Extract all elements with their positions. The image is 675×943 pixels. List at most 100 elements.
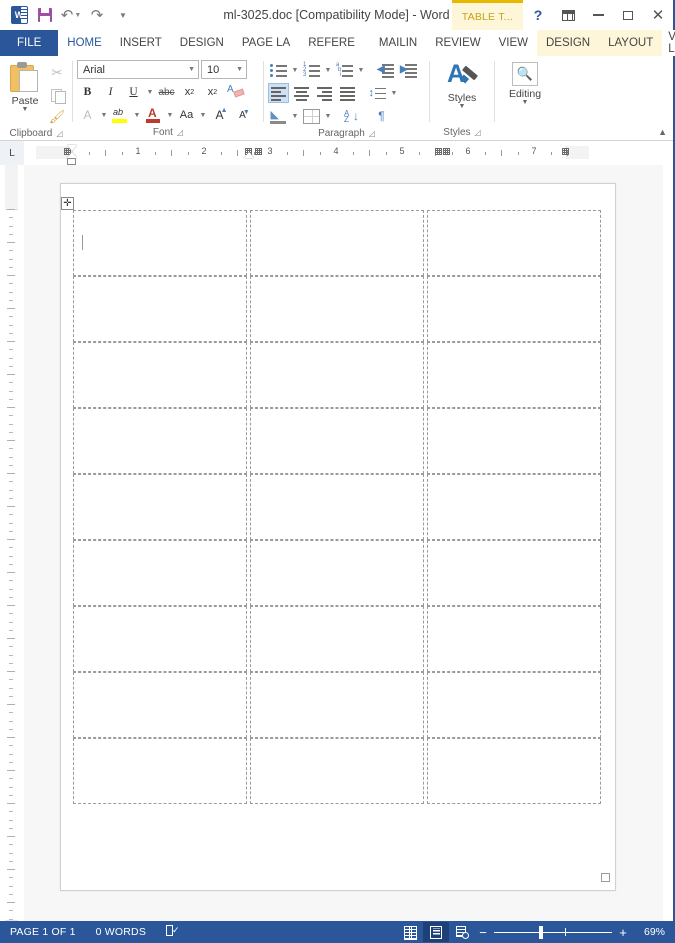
shading-button[interactable]: ◣ (268, 106, 289, 126)
tab-home[interactable]: HOME (58, 30, 111, 56)
ruler-column-marker[interactable] (255, 148, 263, 155)
sort-button[interactable]: A Z ↓ (341, 106, 362, 126)
table-cell[interactable] (427, 342, 601, 408)
table-cell[interactable] (427, 474, 601, 540)
bullets-button[interactable] (268, 60, 289, 80)
table-resize-handle[interactable] (601, 873, 610, 882)
table-cell[interactable] (250, 738, 424, 804)
highlight-button[interactable]: ab (110, 105, 131, 125)
ruler-column-marker[interactable] (435, 148, 442, 155)
vertical-ruler[interactable] (0, 165, 24, 921)
center-button[interactable] (291, 83, 312, 103)
page-status[interactable]: PAGE 1 OF 1 (0, 926, 86, 938)
font-size-combo[interactable]: 10 ▼ (201, 60, 247, 79)
format-painter-button[interactable]: 🖌 (46, 107, 68, 127)
table-cell[interactable] (427, 210, 601, 276)
styles-button[interactable]: A Styles ▼ (436, 60, 488, 110)
proofing-errors-icon[interactable]: ✓ (156, 924, 189, 940)
line-spacing-chevron-down-icon[interactable]: ▼ (390, 90, 398, 97)
ruler-column-marker[interactable] (561, 148, 569, 155)
table-cell[interactable] (73, 474, 247, 540)
dialog-launcher-icon[interactable]: ◿ (475, 128, 481, 137)
borders-button[interactable] (301, 106, 322, 126)
table-cell[interactable] (73, 276, 247, 342)
tab-mailings[interactable]: MAILIN (369, 30, 427, 56)
first-line-indent-marker[interactable] (67, 145, 77, 151)
view-read-mode-button[interactable] (397, 922, 423, 942)
change-case-chevron-down-icon[interactable]: ▼ (199, 112, 207, 119)
tab-view[interactable]: VIEW (489, 30, 537, 56)
horizontal-ruler[interactable]: 1 2 3 4 5 6 7 (24, 141, 673, 165)
table-cell[interactable] (73, 672, 247, 738)
justify-button[interactable] (337, 83, 358, 103)
table-cell[interactable] (73, 408, 247, 474)
view-print-layout-button[interactable] (423, 922, 449, 942)
italic-button[interactable]: I (100, 82, 121, 102)
minimize-icon[interactable] (583, 0, 613, 30)
tab-page-layout[interactable]: PAGE LA (232, 30, 300, 56)
customize-qat-icon[interactable]: ▼ (110, 3, 136, 27)
strikethrough-button[interactable]: abc (156, 82, 177, 102)
superscript-button[interactable]: x2 (202, 82, 223, 102)
zoom-level[interactable]: 69% (631, 926, 665, 938)
label-table[interactable]: ✛ (61, 197, 610, 882)
table-cell[interactable] (427, 606, 601, 672)
table-cell[interactable] (73, 342, 247, 408)
tab-stop-selector[interactable]: L (0, 141, 24, 165)
table-cell[interactable] (250, 540, 424, 606)
zoom-thumb[interactable] (538, 926, 543, 939)
numbering-button[interactable]: 123 (301, 60, 322, 80)
right-indent-marker[interactable] (243, 152, 254, 158)
table-cell[interactable] (427, 738, 601, 804)
subscript-button[interactable]: x2 (179, 82, 200, 102)
table-cell[interactable] (73, 210, 247, 276)
text-effects-button[interactable]: A (77, 105, 98, 125)
bullets-chevron-down-icon[interactable]: ▼ (291, 67, 299, 74)
zoom-out-button[interactable]: − (475, 925, 491, 940)
table-cell[interactable] (73, 540, 247, 606)
table-cell[interactable] (73, 738, 247, 804)
increase-indent-button[interactable]: ▶ (398, 60, 419, 80)
table-cell[interactable] (427, 408, 601, 474)
table-cell[interactable] (250, 408, 424, 474)
tab-file[interactable]: FILE (0, 30, 59, 56)
dialog-launcher-icon[interactable]: ◿ (56, 129, 62, 138)
zoom-in-button[interactable]: + (615, 925, 631, 940)
zoom-slider[interactable] (494, 924, 612, 940)
borders-chevron-down-icon[interactable]: ▼ (324, 113, 332, 120)
shading-chevron-down-icon[interactable]: ▼ (291, 113, 299, 120)
tab-insert[interactable]: INSERT (110, 30, 171, 56)
underline-chevron-down-icon[interactable]: ▼ (146, 89, 154, 96)
numbering-chevron-down-icon[interactable]: ▼ (324, 67, 332, 74)
clear-formatting-button[interactable]: A (225, 82, 247, 102)
table-move-handle[interactable]: ✛ (61, 197, 74, 210)
underline-button[interactable]: U (123, 82, 144, 102)
word-count[interactable]: 0 WORDS (86, 926, 156, 938)
change-case-button[interactable]: Aa (176, 105, 197, 125)
tab-references[interactable]: REFERE (299, 30, 364, 56)
view-web-layout-button[interactable] (449, 922, 475, 942)
paste-button[interactable]: Paste ▼ (4, 60, 46, 113)
highlight-chevron-down-icon[interactable]: ▼ (133, 112, 141, 119)
cut-button[interactable]: ✂ (46, 63, 68, 83)
decrease-indent-button[interactable]: ◀ (375, 60, 396, 80)
user-account[interactable]: Vinny L ▼ (662, 30, 675, 56)
table-cell[interactable] (250, 276, 424, 342)
text-effects-chevron-down-icon[interactable]: ▼ (100, 112, 108, 119)
table-cell[interactable] (250, 474, 424, 540)
font-name-combo[interactable]: Arial ▼ (77, 60, 199, 79)
document-page[interactable]: ✛ (60, 183, 616, 891)
left-indent-marker[interactable] (67, 158, 76, 165)
ribbon-display-options-icon[interactable] (553, 0, 583, 30)
editing-button[interactable]: 🔍 Editing ▼ (499, 60, 551, 106)
multilevel-chevron-down-icon[interactable]: ▼ (357, 67, 365, 74)
table-cell[interactable] (250, 342, 424, 408)
table-cell[interactable] (250, 606, 424, 672)
restore-icon[interactable] (613, 0, 643, 30)
save-icon[interactable] (32, 3, 58, 27)
tab-review[interactable]: REVIEW (426, 30, 490, 56)
table-cell[interactable] (73, 606, 247, 672)
tab-design[interactable]: DESIGN (170, 30, 233, 56)
font-color-button[interactable]: A (143, 105, 164, 125)
bold-button[interactable]: B (77, 82, 98, 102)
